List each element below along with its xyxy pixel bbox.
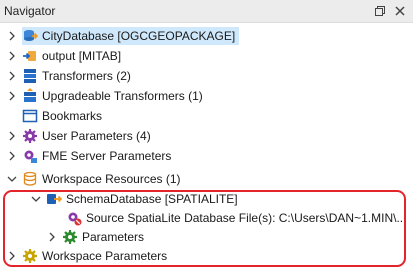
navigator-titlebar: Navigator (0, 0, 413, 23)
tree-item-workspace-resources[interactable]: Workspace Resources (1) (6, 169, 185, 189)
panel-title: Navigator (4, 4, 56, 18)
tree-item-bookmarks[interactable]: Bookmarks (6, 106, 106, 126)
gear-icon (22, 248, 38, 264)
tree-item-user-parameters[interactable]: User Parameters (4) (6, 126, 155, 146)
tree-item-transformers[interactable]: Transformers (2) (6, 66, 135, 86)
bookmark-icon (22, 108, 38, 124)
gear-icon (22, 128, 38, 144)
chevron-down-icon[interactable] (30, 193, 42, 205)
chevron-down-icon[interactable] (6, 173, 18, 185)
writer-icon (22, 48, 38, 64)
tree-item-label: Transformers (2) (42, 69, 131, 83)
navigator-tree: CityDatabase [OGCGEOPACKAGE] output [MIT… (0, 24, 413, 267)
chevron-right-icon[interactable] (6, 150, 18, 162)
tree-item-fme-server-parameters[interactable]: FME Server Parameters (6, 146, 175, 166)
restore-icon[interactable] (372, 3, 388, 19)
tree-item-citydatabase[interactable]: CityDatabase [OGCGEOPACKAGE] (6, 26, 240, 46)
chevron-right-icon[interactable] (46, 231, 58, 243)
tree-item-upgradeable-transformers[interactable]: Upgradeable Transformers (1) (6, 86, 207, 106)
transformers-icon (22, 68, 38, 84)
tree-item-output[interactable]: output [MITAB] (6, 46, 125, 66)
tree-item-label: SchemaDatabase [SPATIALITE] (66, 192, 238, 206)
tree-item-label: Workspace Parameters (42, 249, 168, 263)
tree-item-label: output [MITAB] (42, 49, 122, 63)
chevron-right-icon[interactable] (6, 70, 18, 82)
gear-icon (62, 229, 78, 245)
tree-item-label: FME Server Parameters (42, 149, 172, 163)
tree-item-label: Bookmarks (42, 109, 103, 123)
reader-icon (22, 28, 38, 44)
chevron-right-icon[interactable] (6, 30, 18, 42)
source-param-icon (66, 210, 82, 226)
chevron-right-icon[interactable] (6, 130, 18, 142)
server-params-icon (22, 148, 38, 164)
tree-item-label: Upgradeable Transformers (1) (42, 89, 203, 103)
tree-item-label: Workspace Resources (1) (42, 172, 181, 186)
chevron-right-icon[interactable] (6, 50, 18, 62)
tree-item-label: CityDatabase [OGCGEOPACKAGE] (42, 29, 236, 43)
database-icon (22, 171, 38, 187)
upgrade-icon (22, 88, 38, 104)
schema-reader-icon (46, 191, 62, 207)
tree-item-schemadatabase[interactable]: SchemaDatabase [SPATIALITE] (30, 189, 242, 209)
tree-item-parameters[interactable]: Parameters (46, 227, 148, 247)
close-icon[interactable] (392, 3, 408, 19)
chevron-right-icon[interactable] (6, 90, 18, 102)
tree-item-label: User Parameters (4) (42, 129, 151, 143)
tree-item-workspace-parameters[interactable]: Workspace Parameters (6, 246, 171, 266)
tree-item-source-spatialite-file[interactable]: Source SpatiaLite Database File(s): C:\U… (50, 208, 410, 228)
chevron-right-icon[interactable] (6, 250, 18, 262)
tree-item-label: Source SpatiaLite Database File(s): C:\U… (86, 211, 407, 225)
tree-item-label: Parameters (82, 230, 145, 244)
